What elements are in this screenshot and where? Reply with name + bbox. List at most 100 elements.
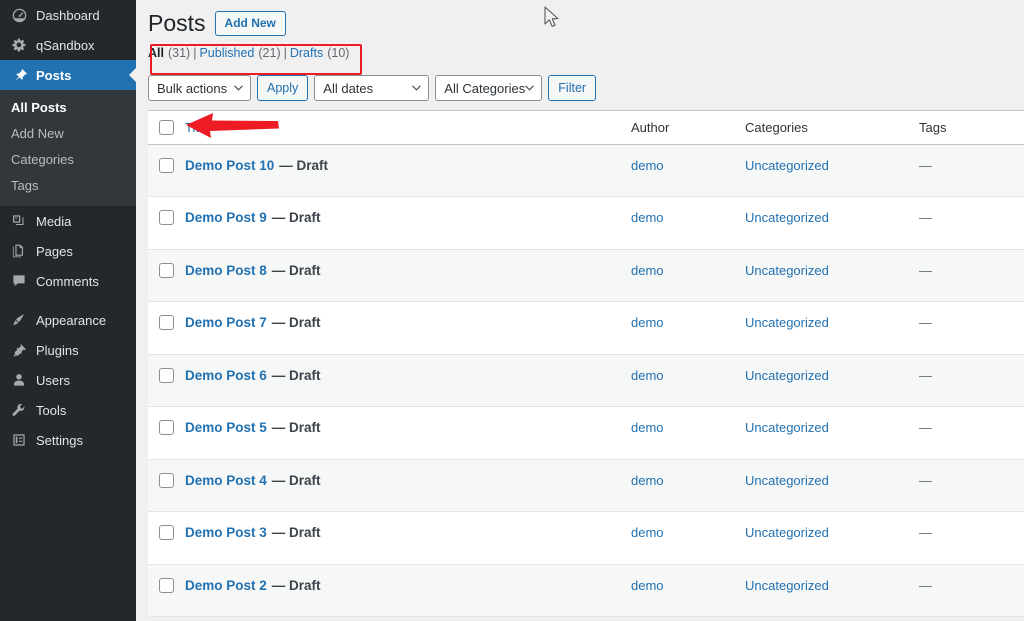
post-status-label: — Draft bbox=[271, 367, 321, 383]
post-tags-cell: — bbox=[917, 196, 1024, 250]
sidebar-item-plugins[interactable]: Plugins bbox=[0, 335, 136, 365]
sidebar-item-all-posts[interactable]: All Posts bbox=[0, 95, 136, 121]
category-filter-select[interactable]: All Categories bbox=[435, 75, 543, 101]
status-link-drafts[interactable]: Drafts bbox=[290, 46, 323, 60]
row-checkbox[interactable] bbox=[159, 315, 174, 331]
post-category-link[interactable]: Uncategorized bbox=[745, 420, 829, 435]
post-title-link[interactable]: Demo Post 2 bbox=[185, 578, 267, 593]
post-status-label: — Draft bbox=[271, 577, 321, 593]
sidebar-item-add-new[interactable]: Add New bbox=[0, 121, 136, 147]
post-author-link[interactable]: demo bbox=[631, 525, 664, 540]
sidebar-item-categories[interactable]: Categories bbox=[0, 147, 136, 173]
post-tags-value: — bbox=[919, 262, 932, 278]
row-checkbox[interactable] bbox=[159, 210, 174, 226]
post-categories-cell: Uncategorized bbox=[744, 406, 917, 460]
post-status-label: — Draft bbox=[279, 157, 329, 173]
comment-icon bbox=[9, 271, 29, 291]
sidebar-item-label: Comments bbox=[36, 273, 99, 289]
row-checkbox[interactable] bbox=[159, 577, 174, 593]
post-category-link[interactable]: Uncategorized bbox=[745, 368, 829, 383]
column-header-title[interactable]: Title bbox=[185, 111, 629, 145]
post-category-link[interactable]: Uncategorized bbox=[745, 210, 829, 225]
select-all-header[interactable] bbox=[148, 111, 185, 145]
sidebar-item-appearance[interactable]: Appearance bbox=[0, 305, 136, 335]
post-title-link[interactable]: Demo Post 8 bbox=[185, 263, 267, 278]
sidebar-item-tags[interactable]: Tags bbox=[0, 173, 136, 199]
sidebar-item-pages[interactable]: Pages bbox=[0, 236, 136, 266]
select-all-checkbox[interactable] bbox=[159, 120, 174, 136]
post-tags-cell: — bbox=[917, 301, 1024, 355]
status-count-drafts: (10) bbox=[327, 46, 350, 60]
post-author-link[interactable]: demo bbox=[631, 315, 664, 330]
post-category-link[interactable]: Uncategorized bbox=[745, 578, 829, 593]
sidebar-item-users[interactable]: Users bbox=[0, 365, 136, 395]
post-status-label: — Draft bbox=[271, 472, 321, 488]
post-title-link[interactable]: Demo Post 6 bbox=[185, 368, 267, 383]
status-link-all[interactable]: All bbox=[148, 46, 164, 60]
sidebar-item-label: Dashboard bbox=[36, 7, 100, 23]
post-title-link[interactable]: Demo Post 4 bbox=[185, 473, 267, 488]
post-tags-value: — bbox=[919, 315, 932, 330]
row-select-cell[interactable] bbox=[148, 406, 185, 460]
post-author-link[interactable]: demo bbox=[631, 368, 664, 383]
date-filter-select[interactable]: All dates bbox=[314, 75, 430, 101]
post-author-cell: demo bbox=[629, 354, 744, 407]
gear-icon bbox=[9, 35, 29, 55]
row-checkbox[interactable] bbox=[159, 472, 174, 488]
table-row: Demo Post 3 — Draft demo Uncategorized — bbox=[148, 511, 1024, 565]
row-select-cell[interactable] bbox=[148, 196, 185, 250]
table-row: Demo Post 9 — Draft demo Uncategorized — bbox=[148, 196, 1024, 250]
post-categories-cell: Uncategorized bbox=[744, 301, 917, 355]
post-status-label: — Draft bbox=[271, 420, 321, 435]
sidebar-item-media[interactable]: Media bbox=[0, 206, 136, 236]
add-new-button[interactable]: Add New bbox=[214, 10, 286, 37]
post-category-link[interactable]: Uncategorized bbox=[745, 473, 829, 488]
post-category-link[interactable]: Uncategorized bbox=[745, 525, 829, 540]
row-checkbox[interactable] bbox=[159, 367, 174, 383]
row-select-cell[interactable] bbox=[148, 459, 185, 512]
row-checkbox[interactable] bbox=[159, 157, 174, 173]
post-title-link[interactable]: Demo Post 5 bbox=[185, 420, 267, 435]
post-category-link[interactable]: Uncategorized bbox=[745, 158, 829, 173]
admin-sidebar: Dashboard qSandbox Posts All Posts Add N… bbox=[0, 0, 136, 621]
post-title-link[interactable]: Demo Post 3 bbox=[185, 525, 267, 540]
sidebar-item-qsandbox[interactable]: qSandbox bbox=[0, 30, 136, 60]
table-row: Demo Post 7 — Draft demo Uncategorized — bbox=[148, 301, 1024, 355]
sidebar-item-posts[interactable]: Posts bbox=[0, 60, 136, 90]
sidebar-item-label: Plugins bbox=[36, 342, 79, 358]
filter-button[interactable]: Filter bbox=[548, 75, 597, 101]
column-header-author: Author bbox=[629, 111, 744, 145]
row-select-cell[interactable] bbox=[148, 144, 185, 197]
post-author-link[interactable]: demo bbox=[631, 420, 664, 435]
post-author-link[interactable]: demo bbox=[631, 578, 664, 593]
post-title-link[interactable]: Demo Post 7 bbox=[185, 315, 267, 330]
sidebar-item-comments[interactable]: Comments bbox=[0, 266, 136, 296]
row-select-cell[interactable] bbox=[148, 249, 185, 302]
sidebar-item-tools[interactable]: Tools bbox=[0, 395, 136, 425]
post-title-link[interactable]: Demo Post 10 bbox=[185, 158, 274, 173]
status-link-published[interactable]: Published bbox=[199, 46, 254, 60]
post-author-link[interactable]: demo bbox=[631, 210, 664, 225]
row-checkbox[interactable] bbox=[159, 262, 174, 278]
post-author-link[interactable]: demo bbox=[631, 473, 664, 488]
row-checkbox[interactable] bbox=[159, 420, 174, 436]
sidebar-item-dashboard[interactable]: Dashboard bbox=[0, 0, 136, 30]
row-checkbox[interactable] bbox=[159, 525, 174, 541]
table-row: Demo Post 2 — Draft demo Uncategorized — bbox=[148, 564, 1024, 617]
date-filter-value: All dates bbox=[323, 80, 374, 96]
post-author-link[interactable]: demo bbox=[631, 263, 664, 278]
apply-button[interactable]: Apply bbox=[257, 75, 309, 101]
bulk-actions-select[interactable]: Bulk actions bbox=[148, 75, 251, 101]
post-author-cell: demo bbox=[629, 249, 744, 302]
post-category-link[interactable]: Uncategorized bbox=[745, 263, 829, 278]
row-select-cell[interactable] bbox=[148, 511, 185, 565]
row-select-cell[interactable] bbox=[148, 564, 185, 617]
row-select-cell[interactable] bbox=[148, 301, 185, 355]
row-select-cell[interactable] bbox=[148, 354, 185, 407]
post-author-link[interactable]: demo bbox=[631, 158, 664, 173]
post-tags-value: — bbox=[919, 157, 932, 173]
post-tags-cell: — bbox=[917, 249, 1024, 302]
post-category-link[interactable]: Uncategorized bbox=[745, 315, 829, 330]
sidebar-item-settings[interactable]: Settings bbox=[0, 425, 136, 455]
post-title-link[interactable]: Demo Post 9 bbox=[185, 210, 267, 225]
